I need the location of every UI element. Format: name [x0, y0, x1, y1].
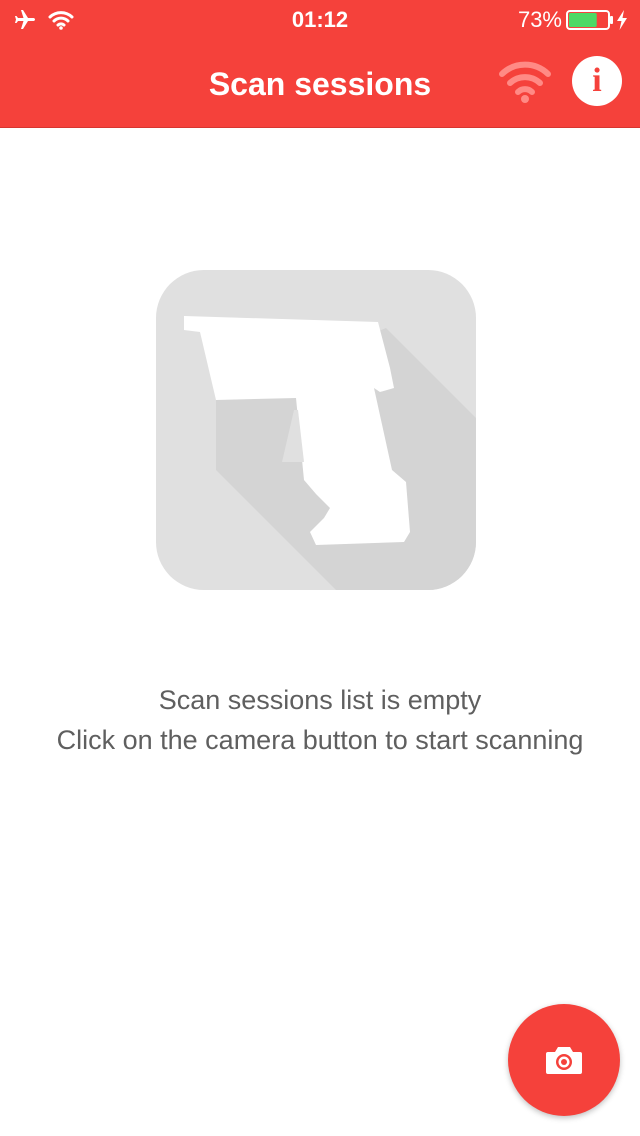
battery-icon [566, 0, 614, 40]
camera-icon [546, 1047, 582, 1074]
charging-icon [616, 0, 632, 40]
wifi-icon[interactable] [496, 56, 554, 106]
wifi-icon [48, 0, 76, 40]
airplane-icon [12, 0, 40, 40]
empty-state-title: Scan sessions list is empty [158, 685, 482, 715]
nav-bar: Scan sessions i [0, 40, 640, 128]
empty-state-subtitle: Click on the camera button to start scan… [56, 725, 584, 755]
battery-percent: 73% [517, 7, 562, 32]
status-time: 01:12 [291, 7, 349, 32]
info-icon: i [592, 62, 602, 99]
page-title: Scan sessions [208, 65, 432, 102]
info-button[interactable]: i [572, 56, 622, 106]
camera-button[interactable] [508, 1004, 620, 1116]
status-bar: 01:12 73% [0, 0, 640, 40]
barcode-scanner-icon [156, 270, 476, 590]
